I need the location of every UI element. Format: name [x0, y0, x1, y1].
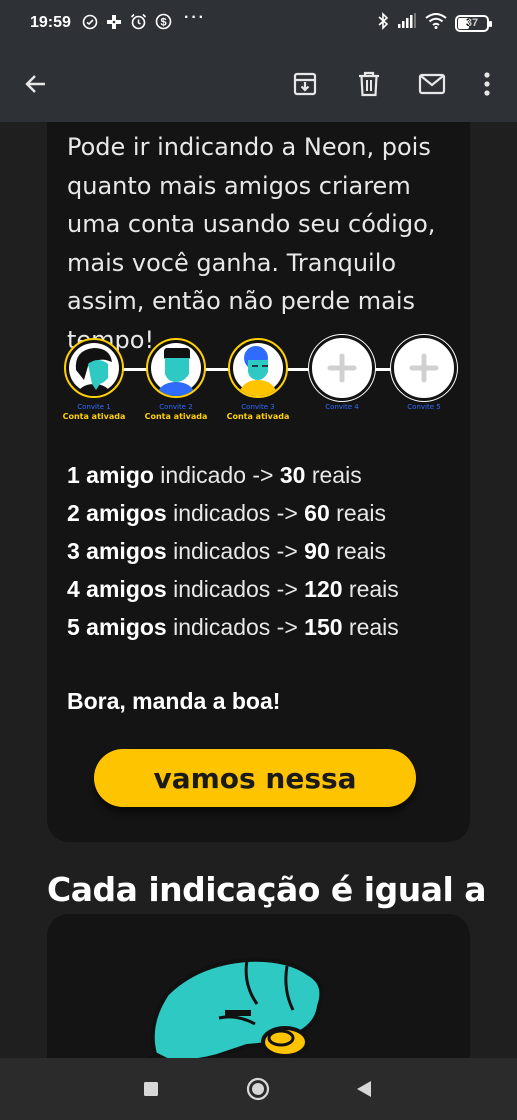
step-status: Conta ativada [144, 412, 208, 421]
reward-row: 2 amigos indicados -> 60 reais [67, 494, 399, 532]
triangle-back-icon [357, 1081, 371, 1097]
reward-unit: reais [329, 500, 387, 526]
cell-signal-icon [397, 13, 417, 34]
empty-slot [312, 338, 372, 398]
person-illustration-icon [238, 346, 278, 396]
plus-icon [327, 353, 357, 383]
more-options-button[interactable] [465, 62, 509, 106]
reward-unit: reais [329, 538, 387, 564]
reward-unit: reais [342, 576, 399, 602]
plus-icon [409, 353, 439, 383]
reward-text: indicados -> [166, 500, 305, 526]
notification-icons: $ [82, 13, 172, 30]
reward-unit: reais [305, 462, 362, 488]
svg-text:$: $ [160, 17, 166, 29]
invite-step-1: Convite 1 Conta ativada [62, 338, 126, 422]
back-button[interactable] [14, 62, 58, 106]
hand-with-coin-illustration [147, 957, 324, 1058]
reward-value: 150 [304, 614, 343, 640]
rewards-list: 1 amigo indicado -> 30 reais 2 amigos in… [67, 456, 399, 646]
reward-row: 5 amigos indicados -> 150 reais [67, 608, 399, 646]
reward-text: indicado -> [153, 462, 280, 488]
step-label: Convite 4 [325, 403, 359, 411]
step-label: Convite 5 [407, 403, 441, 411]
clock-outline-icon [82, 14, 98, 30]
battery-percent: 37 [465, 17, 479, 29]
intro-paragraph: Pode ir indicando a Neon, pois quanto ma… [67, 133, 436, 354]
mark-unread-button[interactable] [410, 62, 454, 106]
step-status: Conta ativada [62, 412, 126, 421]
reward-value: 120 [304, 576, 343, 602]
system-icons: 37 [377, 12, 492, 35]
reward-count: 4 amigos [67, 576, 167, 602]
status-bar: 19:59 $ ··· 37 [0, 0, 517, 46]
delete-button[interactable] [347, 62, 391, 106]
reward-count: 2 amigos [67, 500, 167, 526]
reward-value: 90 [304, 538, 330, 564]
battery-icon: 37 [455, 15, 492, 32]
step-label: Convite 1 [77, 403, 111, 411]
reward-value: 60 [304, 500, 330, 526]
reward-count: 1 amigo [67, 462, 154, 488]
reward-row: 4 amigos indicados -> 120 reais [67, 570, 399, 608]
square-icon [144, 1082, 158, 1096]
invite-progress: Convite 1 Conta ativada Convite 2 Conta … [62, 338, 457, 428]
home-circle-icon [246, 1077, 270, 1101]
person-illustration-icon [75, 348, 112, 396]
avatar [228, 338, 288, 398]
reward-text: indicados -> [166, 538, 305, 564]
back-nav-button[interactable] [350, 1075, 378, 1103]
step-label: Convite 3 [241, 403, 275, 411]
email-body[interactable]: Pode ir indicando a Neon, pois quanto ma… [0, 122, 517, 1058]
invite-step-4: Convite 4 [310, 338, 374, 412]
reward-count: 3 amigos [67, 538, 167, 564]
person-illustration-icon [156, 348, 196, 396]
reward-value: 30 [279, 462, 306, 488]
invite-step-5: Convite 5 [392, 338, 456, 412]
avatar [64, 338, 124, 398]
invite-step-3: Convite 3 Conta ativada [226, 338, 290, 422]
wifi-icon [425, 13, 447, 34]
archive-button[interactable] [283, 62, 327, 106]
step-label: Convite 2 [159, 403, 193, 411]
home-button[interactable] [244, 1075, 272, 1103]
avatar [146, 338, 206, 398]
alarm-icon [130, 13, 147, 30]
vamos-nessa-button[interactable]: vamos nessa [94, 749, 416, 807]
clock-time: 19:59 [30, 14, 71, 31]
invite-step-2: Convite 2 Conta ativada [144, 338, 208, 422]
recents-button[interactable] [137, 1075, 165, 1103]
trash-icon [359, 71, 379, 97]
bluetooth-icon [377, 12, 389, 35]
reward-text: indicados -> [166, 614, 305, 640]
email-toolbar [0, 46, 517, 122]
system-nav-bar [0, 1058, 517, 1120]
reward-count: 5 amigos [67, 614, 167, 640]
reward-row: 1 amigo indicado -> 30 reais [67, 456, 399, 494]
reward-row: 3 amigos indicados -> 90 reais [67, 532, 399, 570]
reward-unit: reais [342, 614, 399, 640]
mail-icon [418, 73, 446, 95]
section-title: Cada indicação é igual a [47, 870, 487, 909]
reward-illustration-card [47, 914, 470, 1058]
cta-heading: Bora, manda a boa! [67, 688, 281, 714]
game-controller-icon [106, 14, 122, 30]
step-status: Conta ativada [226, 412, 290, 421]
reward-text: indicados -> [166, 576, 305, 602]
dollar-coin-icon: $ [155, 13, 172, 30]
more-notifications-icon: ··· [184, 9, 206, 26]
archive-icon [293, 72, 317, 96]
empty-slot [394, 338, 454, 398]
back-arrow-icon [25, 75, 45, 93]
more-vertical-icon [484, 72, 490, 96]
